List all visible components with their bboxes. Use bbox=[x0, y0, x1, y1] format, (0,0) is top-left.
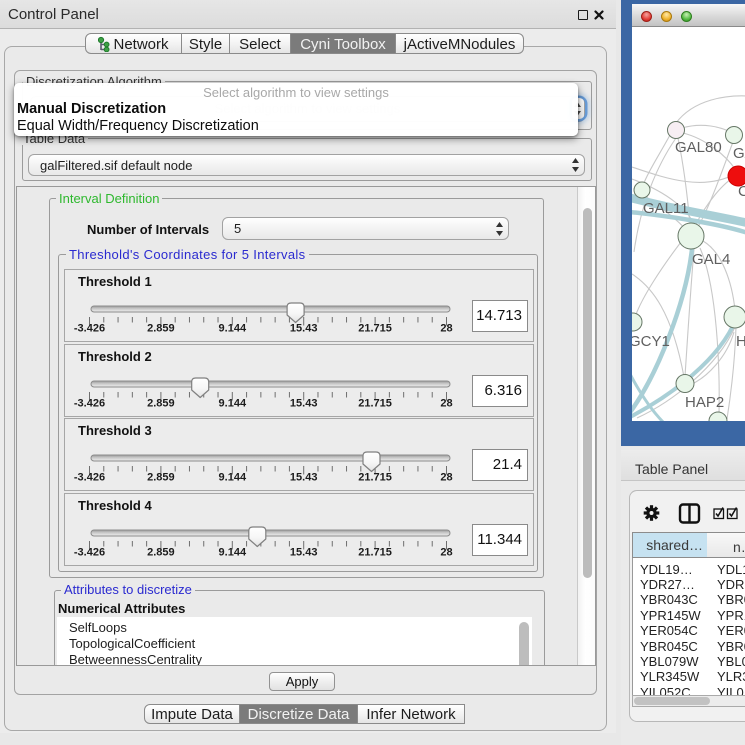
svg-text:-3.426: -3.426 bbox=[74, 472, 105, 484]
svg-text:21.715: 21.715 bbox=[358, 323, 392, 335]
svg-text:21.715: 21.715 bbox=[358, 397, 392, 409]
svg-text:C: C bbox=[738, 183, 745, 200]
svg-text:9.144: 9.144 bbox=[219, 323, 247, 335]
svg-text:15.43: 15.43 bbox=[290, 323, 318, 335]
svg-text:15.43: 15.43 bbox=[290, 397, 318, 409]
svg-text:GAL4: GAL4 bbox=[692, 251, 730, 268]
svg-text:15.43: 15.43 bbox=[290, 472, 318, 484]
svg-text:9.144: 9.144 bbox=[219, 397, 247, 409]
svg-text:2.859: 2.859 bbox=[147, 323, 175, 335]
svg-text:GAL11: GAL11 bbox=[643, 200, 689, 217]
svg-text:28: 28 bbox=[440, 397, 452, 409]
svg-text:2.859: 2.859 bbox=[147, 397, 175, 409]
svg-text:-3.426: -3.426 bbox=[74, 546, 105, 558]
svg-text:28: 28 bbox=[440, 323, 452, 335]
svg-text:2.859: 2.859 bbox=[147, 472, 175, 484]
svg-text:-3.426: -3.426 bbox=[74, 323, 105, 335]
svg-text:-3.426: -3.426 bbox=[74, 397, 105, 409]
svg-text:21.715: 21.715 bbox=[358, 546, 392, 558]
svg-text:H: H bbox=[736, 333, 745, 350]
svg-text:GA: GA bbox=[733, 145, 745, 162]
svg-text:28: 28 bbox=[440, 472, 452, 484]
svg-text:9.144: 9.144 bbox=[219, 546, 247, 558]
svg-text:GCY1: GCY1 bbox=[632, 333, 670, 350]
svg-text:28: 28 bbox=[440, 546, 452, 558]
svg-text:2.859: 2.859 bbox=[147, 546, 175, 558]
svg-text:GAL80: GAL80 bbox=[675, 139, 722, 156]
svg-text:15.43: 15.43 bbox=[290, 546, 318, 558]
svg-text:21.715: 21.715 bbox=[358, 472, 392, 484]
svg-text:9.144: 9.144 bbox=[219, 472, 247, 484]
svg-text:HAP2: HAP2 bbox=[685, 394, 724, 411]
